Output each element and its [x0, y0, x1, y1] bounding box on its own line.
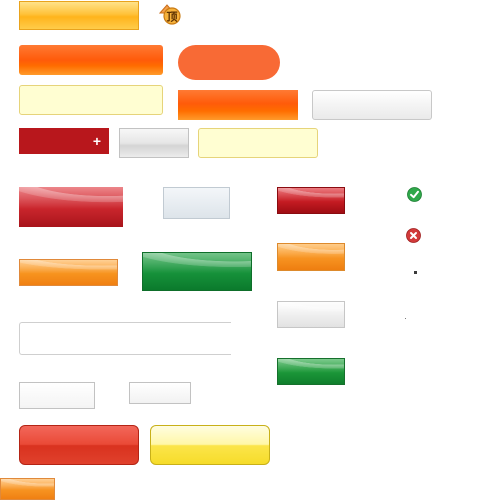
orange-glossy-button[interactable] — [19, 259, 118, 286]
dot-marker-faint — [405, 318, 406, 319]
orange-pill-button[interactable] — [178, 45, 280, 80]
gray-button[interactable] — [119, 128, 189, 158]
yellow-gradient-bar[interactable] — [19, 1, 139, 30]
yellow-input-field-2[interactable] — [198, 128, 318, 158]
red-add-button[interactable]: + — [19, 128, 109, 154]
yellow-rounded-button[interactable] — [150, 425, 270, 465]
wide-text-input[interactable] — [19, 322, 231, 355]
red-glossy-button[interactable] — [19, 187, 123, 227]
small-input-field[interactable] — [19, 382, 95, 409]
orange-glossy-button-small[interactable] — [277, 243, 345, 271]
plus-icon: + — [92, 133, 101, 149]
orange-gradient-button[interactable] — [178, 90, 298, 120]
orange-glossy-button-tiny[interactable] — [0, 478, 55, 500]
red-glossy-button-small[interactable] — [277, 187, 345, 214]
top-icon-glyph: 顶 — [167, 11, 178, 24]
yellow-input-field[interactable] — [19, 85, 163, 115]
green-glossy-button-small[interactable] — [277, 358, 345, 385]
dot-marker — [414, 271, 417, 274]
green-glossy-button[interactable] — [142, 252, 252, 291]
orange-button[interactable] — [19, 45, 163, 75]
gray-glossy-button-small[interactable] — [277, 301, 345, 328]
cross-icon — [406, 228, 421, 243]
top-arrow-icon[interactable]: 顶 — [158, 2, 182, 26]
gray-input-field[interactable] — [312, 90, 432, 120]
check-icon — [407, 187, 422, 202]
blue-gray-button[interactable] — [163, 187, 230, 219]
red-rounded-button[interactable] — [19, 425, 139, 465]
tiny-input-field[interactable] — [129, 382, 191, 404]
